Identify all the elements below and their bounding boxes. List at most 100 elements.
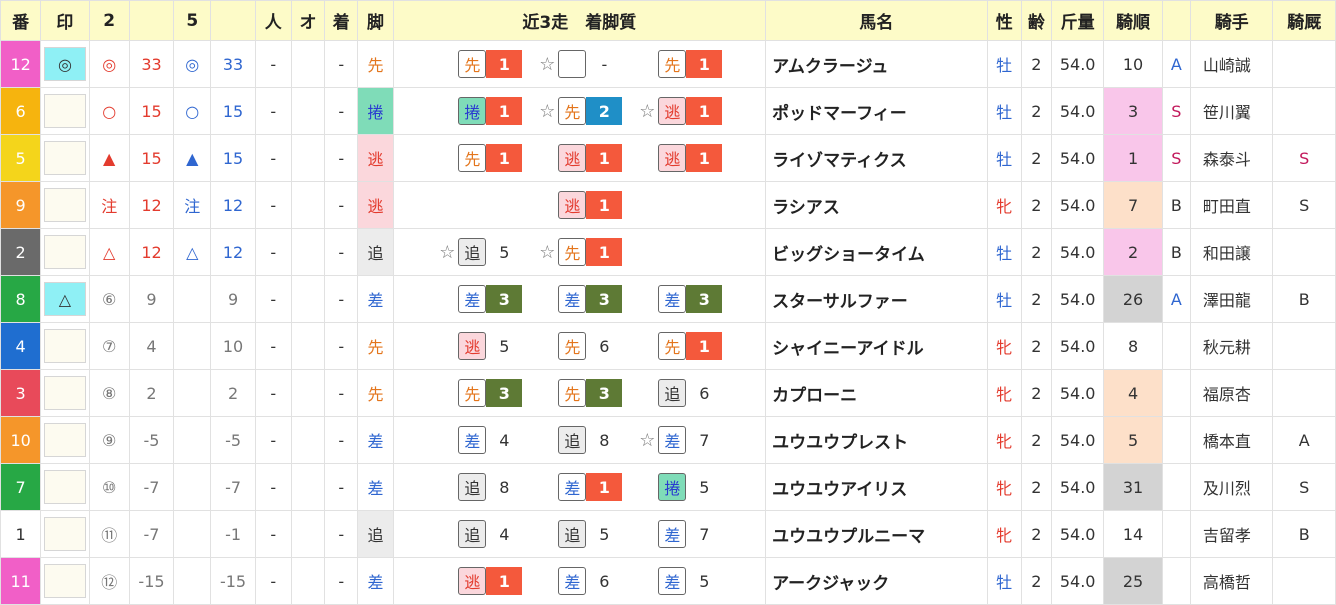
star-icon: ☆ <box>539 241 556 263</box>
prediction-mark-input[interactable] <box>44 188 86 222</box>
horse-name[interactable]: ポッドマーフィー <box>765 87 988 135</box>
header-weight[interactable]: 斤量 <box>1050 0 1105 41</box>
recent-race-2: ☆ - <box>529 50 629 78</box>
table-row[interactable]: 9 注 12 注 12- - 逃逃 1 ラシアス牝 2 54.0 7 B 町田直 S <box>0 181 1336 229</box>
jockey-name[interactable]: 及川烈 <box>1189 463 1274 511</box>
header-odds[interactable]: オ <box>290 0 326 41</box>
table-row[interactable]: 6 ○ 15 ○ 15- - 捲捲 1 ☆ 先 2 ☆ 逃 1 ポッドマーフィー牡 2 54.0 3 S 笹川翼 <box>0 87 1336 135</box>
score5-value: -15 <box>210 557 256 605</box>
header-sex[interactable]: 性 <box>986 0 1022 41</box>
table-row[interactable]: 1 ⑪ -7 -1- - 追追 4 追 5 差 7 ユウユウプルニーマ牝 2 54.0 14 吉留孝 B <box>0 510 1336 558</box>
prediction-mark-input[interactable] <box>44 376 86 410</box>
jockey-name[interactable]: 福原杏 <box>1189 369 1274 417</box>
jockey-stable-grade <box>1272 87 1336 135</box>
score5-mark <box>173 416 212 464</box>
prediction-mark-input[interactable]: △ <box>44 282 86 316</box>
jockey-rank: 14 <box>1103 510 1163 558</box>
recent-races-cell: 逃1差6差5 <box>392 557 767 605</box>
jockey-name[interactable]: 山崎誠 <box>1189 40 1274 88</box>
header-horse-name[interactable]: 馬名 <box>765 0 988 41</box>
recent-races: 先1逃1逃1 <box>394 138 765 178</box>
horse-name[interactable]: アークジャック <box>765 557 988 605</box>
header-chaku[interactable]: 着 <box>324 0 359 41</box>
horse-name[interactable]: スターサルファー <box>765 275 988 323</box>
horse-sex: 牡 <box>986 228 1022 276</box>
table-row[interactable]: 4 ⑦ 4 10- - 先逃 5 先 6 先 1 シャイニーアイドル牝 2 54.0 8 秋元耕 <box>0 322 1336 370</box>
header-recent-races[interactable]: 近3走 着脚質 <box>392 0 767 41</box>
prediction-mark-input[interactable] <box>44 423 86 457</box>
odds-value <box>290 322 326 370</box>
jockey-name[interactable]: 和田譲 <box>1189 228 1274 276</box>
jockey-name[interactable]: 町田直 <box>1189 181 1274 229</box>
horse-name[interactable]: ビッグショータイム <box>765 228 988 276</box>
running-style-cell: 差 <box>357 557 394 605</box>
header-mark[interactable]: 印 <box>40 0 90 41</box>
header-ninki[interactable]: 人 <box>254 0 292 41</box>
jockey-name[interactable]: 秋元耕 <box>1189 322 1274 370</box>
table-row[interactable]: 7 ⑩ -7 -7- - 差追 8 差 1 捲 5 ユウユウアイリス牝 2 54.0 31 及川烈 S <box>0 463 1336 511</box>
prediction-mark-input[interactable] <box>44 329 86 363</box>
ninki-value: - <box>254 40 292 88</box>
carried-weight: 54.0 <box>1050 416 1105 464</box>
prediction-mark-input[interactable] <box>44 141 86 175</box>
table-row[interactable]: 11 ⑫ -15 -15- - 差逃 1 差 6 差 5 アークジャック牡 2 54.0 25 高橋哲 <box>0 557 1336 605</box>
header-score2[interactable]: 2 <box>88 0 130 41</box>
prediction-mark-input[interactable] <box>44 517 86 551</box>
header-age[interactable]: 齢 <box>1020 0 1053 41</box>
race-finish-position: 7 <box>699 430 710 450</box>
table-row[interactable]: 8 △ ⑥ 9 9- - 差差 3 差 3 差 3 スターサルファー牡 2 54.0 26 A 澤田龍 B <box>0 275 1336 323</box>
horse-name[interactable]: カプローニ <box>765 369 988 417</box>
table-row[interactable]: 3 ⑧ 2 2- - 先先 3 先 3 追 6 カプローニ牝 2 54.0 4 福原杏 <box>0 369 1336 417</box>
running-style-label: 逃 <box>367 150 384 169</box>
table-row[interactable]: 10 ⑨ -5 -5- - 差差 4 追 8 ☆ 差 7 ユウユウプレスト牝 2 54.0 5 橋本直 A <box>0 416 1336 464</box>
table-row[interactable]: 5 ▲ 15 ▲ 15- - 逃先 1 逃 1 逃 1 ライゾマティクス牡 2 54.0 1 S 森泰斗 S <box>0 134 1336 182</box>
jockey-name[interactable]: 橋本直 <box>1189 416 1274 464</box>
recent-races: 先 1 ☆ - 先 1 <box>394 44 765 84</box>
jockey-name[interactable]: 澤田龍 <box>1189 275 1274 323</box>
prediction-mark-input[interactable] <box>44 94 86 128</box>
jockey-rank: 26 <box>1103 275 1163 323</box>
prediction-mark-input[interactable]: ◎ <box>44 47 86 81</box>
jockey-stable-grade <box>1272 228 1336 276</box>
table-row[interactable]: 12 ◎ ◎ 33 ◎ 33- - 先先 1 ☆ - 先 1 アムクラージュ牡 2 54.0 10 A 山崎誠 <box>0 40 1336 88</box>
jockey-stable-grade: A <box>1272 416 1336 464</box>
header-score5[interactable]: 5 <box>173 0 212 41</box>
header-ashi[interactable]: 脚 <box>357 0 394 41</box>
recent-races-cell: 逃1 <box>392 181 767 229</box>
header-jockey[interactable]: 騎手 <box>1189 0 1274 41</box>
horse-name[interactable]: シャイニーアイドル <box>765 322 988 370</box>
star-icon: ☆ <box>539 53 556 75</box>
score2-value: -7 <box>128 510 175 558</box>
horse-name[interactable]: アムクラージュ <box>765 40 988 88</box>
header-jockey-rank[interactable]: 騎順 <box>1103 0 1163 41</box>
race-style-badge: 差 <box>658 426 687 454</box>
jockey-name[interactable]: 高橋哲 <box>1189 557 1274 605</box>
jockey-name[interactable]: 森泰斗 <box>1189 134 1274 182</box>
horse-sex: 牝 <box>986 369 1022 417</box>
prediction-mark-input[interactable] <box>44 235 86 269</box>
horse-name[interactable]: ラシアス <box>765 181 988 229</box>
horse-name[interactable]: ユウユウプレスト <box>765 416 988 464</box>
score5-value: 9 <box>210 275 256 323</box>
recent-race-3: ☆ 逃 1 <box>629 97 729 125</box>
horse-name[interactable]: ライゾマティクス <box>765 134 988 182</box>
prediction-mark-input[interactable] <box>44 564 86 598</box>
prediction-mark-cell: △ <box>40 275 90 323</box>
recent-race-3: 差7 <box>629 520 729 548</box>
race-style-badge: 先 <box>558 332 587 360</box>
prediction-mark-input[interactable] <box>44 470 86 504</box>
odds-value <box>290 557 326 605</box>
header-ban[interactable]: 番 <box>0 0 42 41</box>
horse-name[interactable]: ユウユウアイリス <box>765 463 988 511</box>
race-style-badge: 差 <box>558 285 587 313</box>
jockey-name[interactable]: 笹川翼 <box>1189 87 1274 135</box>
recent-races: 逃1差6差5 <box>394 561 765 601</box>
horse-name[interactable]: ユウユウプルニーマ <box>765 510 988 558</box>
recent-race-2: ☆ 先 2 <box>529 97 629 125</box>
horse-number: 2 <box>0 228 42 276</box>
table-row[interactable]: 2 △ 12 △ 12- - 追 ☆ 追 5 ☆ 先 1 ビッグショータイム牡 2 54.0 2 B 和田譲 <box>0 228 1336 276</box>
horse-age: 2 <box>1020 510 1053 558</box>
jockey-name[interactable]: 吉留孝 <box>1189 510 1274 558</box>
recent-race-3: 差5 <box>629 567 729 595</box>
header-jockey-stable[interactable]: 騎厩 <box>1272 0 1336 41</box>
